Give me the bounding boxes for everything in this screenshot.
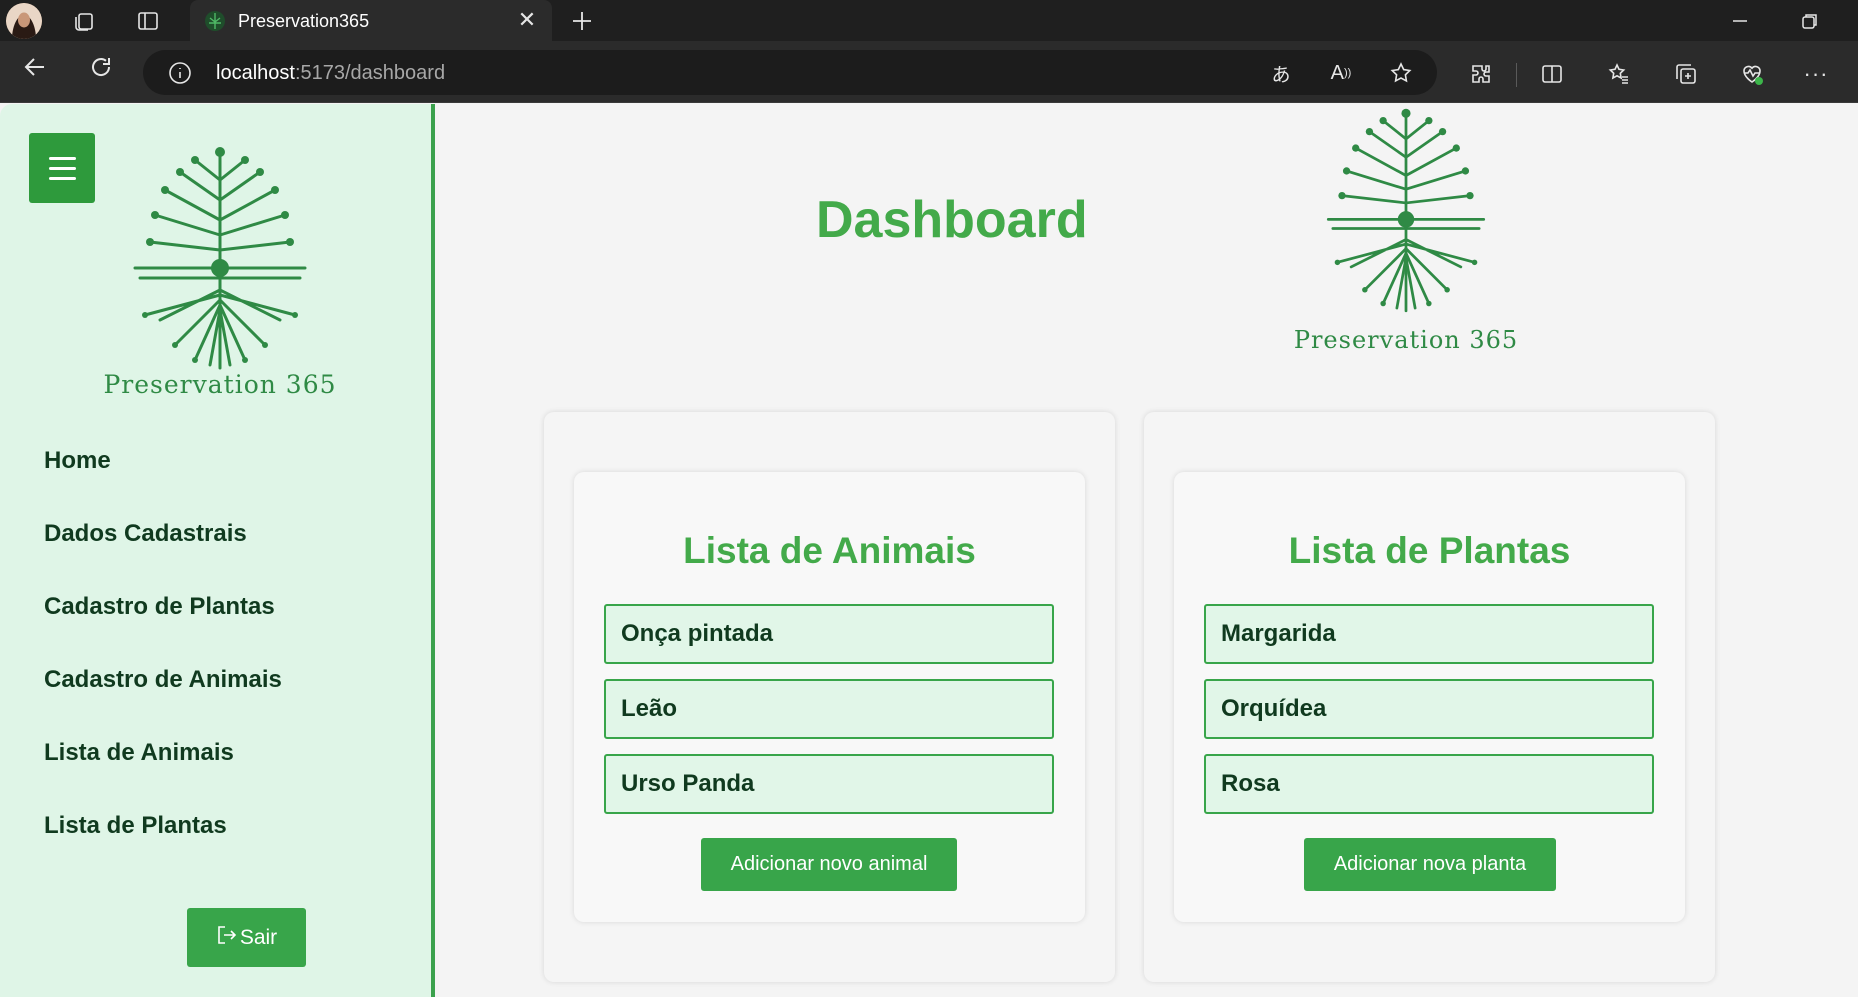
add-animal-button[interactable]: Adicionar novo animal (701, 838, 957, 891)
tab-close-icon[interactable]: ✕ (516, 9, 538, 31)
tree-circuit-logo-icon (133, 147, 307, 370)
workspaces-icon[interactable] (72, 8, 98, 34)
sidebar-logo (115, 140, 325, 370)
restore-icon[interactable] (1796, 8, 1824, 34)
tab-title: Preservation365 (238, 11, 370, 31)
menu-bar-icon (48, 156, 76, 160)
hamburger-menu-button[interactable] (29, 133, 95, 203)
nav-item-lista-plantas[interactable]: Lista de Plantas (44, 812, 227, 840)
read-aloud-icon[interactable]: A)) (1327, 60, 1355, 86)
nav-item-cadastro-plantas[interactable]: Cadastro de Plantas (44, 593, 275, 621)
toolbar-divider (1516, 63, 1517, 87)
more-menu-icon[interactable]: ··· (1801, 60, 1831, 88)
reload-icon[interactable] (84, 50, 118, 84)
favorite-star-icon[interactable] (1387, 60, 1415, 86)
nav-item-lista-animais[interactable]: Lista de Animais (44, 739, 234, 767)
animals-card: Lista de Animais Onça pintada Leão Urso … (574, 472, 1085, 922)
logout-icon (216, 924, 238, 952)
page-title: Dashboard (816, 191, 1088, 249)
plants-card-title: Lista de Plantas (1288, 530, 1571, 571)
nav-item-cadastro-animais[interactable]: Cadastro de Animais (44, 666, 282, 694)
new-tab-icon[interactable] (568, 7, 596, 35)
header-logo (1310, 100, 1502, 315)
plants-card: Lista de Plantas Margarida Orquídea Rosa… (1174, 472, 1685, 922)
header-logo-caption: Preservation 365 (1293, 326, 1519, 354)
menu-bar-icon (48, 166, 76, 170)
tree-circuit-logo-icon (1326, 108, 1486, 313)
split-screen-icon[interactable] (1537, 60, 1567, 88)
favorites-icon[interactable] (1604, 60, 1634, 88)
plant-list-item[interactable]: Margarida (1204, 604, 1654, 664)
tab-favicon-icon (204, 10, 226, 32)
browser-tab[interactable]: Preservation365 ✕ (190, 0, 552, 41)
back-icon[interactable] (18, 50, 52, 84)
plant-list-item[interactable]: Rosa (1204, 754, 1654, 814)
animals-card-title: Lista de Animais (683, 530, 976, 571)
nav-item-home[interactable]: Home (44, 447, 111, 475)
sidebar-logo-caption: Preservation 365 (103, 370, 337, 399)
minimize-icon[interactable] (1726, 8, 1754, 34)
collections-icon[interactable] (1671, 60, 1701, 88)
url-path: :5173/dashboard (294, 62, 446, 84)
vertical-tabs-icon[interactable] (135, 8, 161, 34)
url-field[interactable]: localhost:5173/dashboard あ A)) (143, 50, 1437, 95)
plant-list-item[interactable]: Orquídea (1204, 679, 1654, 739)
menu-bar-icon (48, 176, 76, 180)
logout-label: Sair (239, 925, 278, 949)
add-plant-button[interactable]: Adicionar nova planta (1304, 838, 1556, 891)
extensions-icon[interactable] (1466, 60, 1496, 88)
browser-essentials-icon[interactable] (1737, 60, 1767, 88)
animal-list-item[interactable]: Urso Panda (604, 754, 1054, 814)
animal-list-item[interactable]: Onça pintada (604, 604, 1054, 664)
site-info-icon[interactable] (167, 60, 193, 86)
nav-item-dados-cadastrais[interactable]: Dados Cadastrais (44, 520, 247, 548)
animal-list-item[interactable]: Leão (604, 679, 1054, 739)
url-host: localhost (216, 62, 295, 84)
browser-titlebar: Preservation365 ✕ (0, 0, 1858, 41)
profile-avatar[interactable] (6, 3, 42, 39)
translate-icon[interactable]: あ (1267, 60, 1295, 86)
logout-button[interactable]: Sair (187, 908, 306, 967)
url-text: localhost:5173/dashboard (216, 62, 445, 85)
